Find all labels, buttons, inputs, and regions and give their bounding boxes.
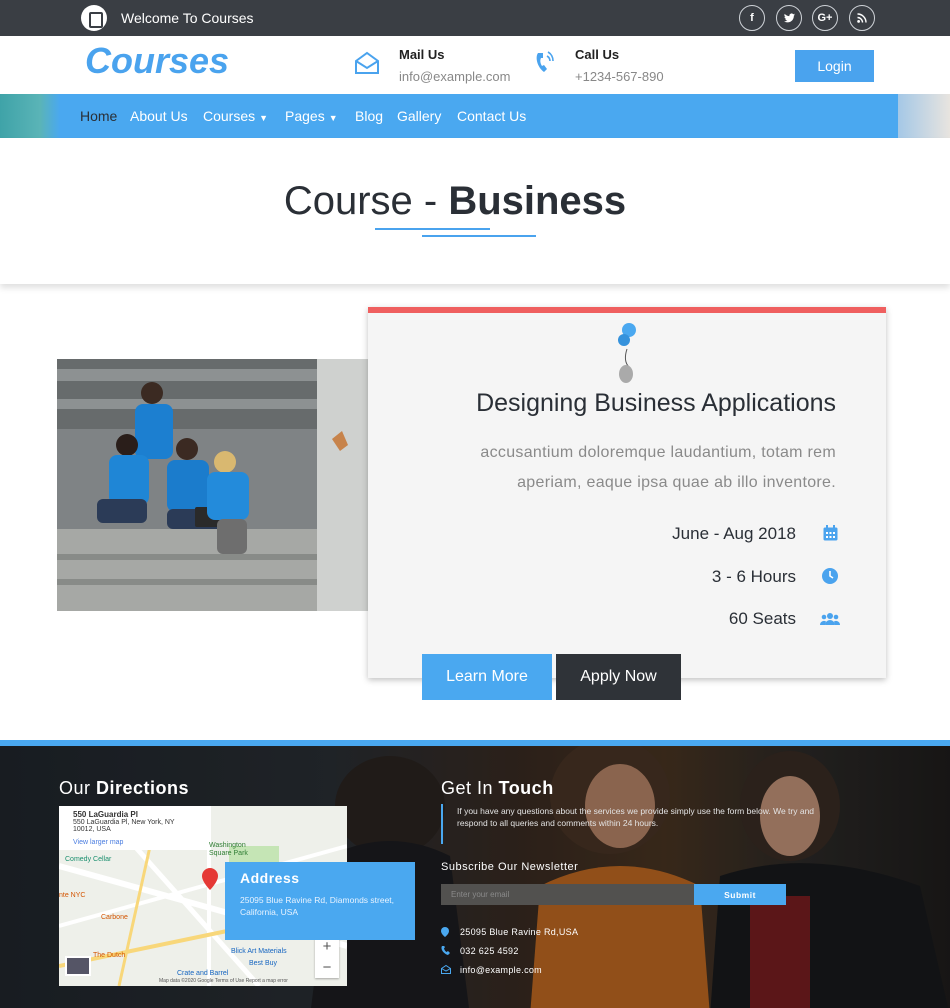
envelope-icon: [441, 964, 451, 976]
main-nav: Home About Us Courses ▼ Pages ▼ Blog Galle…: [60, 94, 898, 138]
course-seats: 60 Seats: [728, 609, 796, 628]
get-in-touch-title: Get In Touch: [441, 778, 554, 798]
login-button[interactable]: Login: [795, 50, 874, 82]
phone-icon: [534, 50, 556, 82]
balloon-icon: [616, 321, 640, 388]
envelope-icon: [354, 50, 380, 82]
newsletter-email-input[interactable]: [441, 884, 694, 905]
map-label: Crate and Barrel: [177, 970, 229, 977]
page-title: Course - Business: [283, 179, 627, 223]
apply-now-button[interactable]: Apply Now: [556, 654, 681, 700]
map-label: nte NYC: [59, 892, 86, 899]
course-title: Designing Business Applications: [476, 389, 836, 417]
map-label: Comedy Cellar: [65, 856, 112, 863]
map-label: Washington Square Park: [209, 842, 248, 857]
nav-item-courses[interactable]: Courses ▼: [203, 108, 268, 124]
address-text: 25095 Blue Ravine Rd, Diamonds street, C…: [240, 895, 395, 917]
touch-accent-line: [441, 804, 443, 844]
site-header: Courses Mail Us info@example.com Call Us…: [0, 36, 950, 93]
title-underline: [422, 235, 536, 237]
map-label: Blick Art Materials: [231, 948, 287, 955]
course-description: accusantium doloremque laudantium, totam…: [480, 444, 836, 491]
view-larger-map-link[interactable]: View larger map: [73, 839, 195, 846]
map-label: The Dutch: [93, 952, 126, 959]
title-underline: [375, 228, 490, 230]
caret-down-icon: ▼: [328, 113, 338, 123]
course-photo: [57, 359, 418, 611]
rss-icon[interactable]: [849, 5, 875, 31]
page-title-section: Course - Business: [0, 138, 950, 284]
map-label: Carbone: [101, 914, 128, 921]
call-label: Call Us: [575, 47, 620, 62]
nav-item-about[interactable]: About Us: [130, 108, 188, 124]
caret-down-icon: ▼: [259, 113, 269, 123]
map-label: Best Buy: [249, 960, 278, 967]
top-bar: Welcome To Courses f G+: [0, 0, 950, 36]
mail-value[interactable]: info@example.com: [399, 69, 510, 84]
map-attribution: Map data ©2020 Google Terms of Use Repor…: [159, 978, 288, 984]
nav-bar: Home About Us Courses ▼ Pages ▼ Blog Galle…: [0, 94, 950, 138]
address-box: Address 25095 Blue Ravine Rd, Diamonds s…: [225, 862, 415, 940]
contact-address: 25095 Blue Ravine Rd,USA: [460, 927, 579, 937]
welcome-text: Welcome To Courses: [121, 10, 254, 26]
users-icon: [819, 612, 841, 629]
map-thumbnail-toggle[interactable]: [65, 956, 91, 976]
calendar-icon: [823, 525, 838, 545]
newsletter-submit-button[interactable]: Submit: [694, 884, 786, 905]
course-hours: 3 - 6 Hours: [711, 567, 796, 586]
map-place-name: 550 LaGuardia Pl: [73, 810, 138, 819]
google-plus-icon[interactable]: G+: [812, 5, 838, 31]
map-place-address: 550 LaGuardia Pl, New York, NY 10012, US…: [73, 819, 175, 833]
map-info-card: 550 LaGuardia Pl 550 LaGuardia Pl, New Y…: [59, 806, 209, 850]
map-marker-icon: [441, 927, 449, 939]
footer: Our Directions 550 LaGuardia Pl 550 LaGu…: [0, 740, 950, 1008]
nav-item-home[interactable]: Home: [80, 108, 117, 124]
map-zoom-control: + −: [315, 936, 339, 978]
zoom-out-icon[interactable]: −: [315, 957, 339, 978]
course-card: Designing Business Applications accusant…: [368, 307, 886, 678]
nav-item-blog[interactable]: Blog: [355, 108, 383, 124]
learn-more-button[interactable]: Learn More: [422, 654, 552, 700]
nav-item-contact[interactable]: Contact Us: [457, 108, 526, 124]
contact-phone: 032 625 4592: [460, 946, 519, 956]
call-value[interactable]: +1234-567-890: [575, 69, 664, 84]
facebook-icon[interactable]: f: [739, 5, 765, 31]
directions-title: Our Directions: [59, 778, 190, 798]
twitter-icon[interactable]: [776, 5, 802, 31]
newsletter-title: Subscribe Our Newsletter: [441, 861, 579, 873]
contact-email[interactable]: info@example.com: [460, 965, 542, 975]
course-dates: June - Aug 2018: [672, 524, 796, 543]
address-title: Address: [240, 870, 300, 886]
phone-icon: [441, 945, 450, 957]
touch-text: If you have any questions about the serv…: [457, 806, 815, 828]
nav-item-gallery[interactable]: Gallery: [397, 108, 441, 124]
clock-icon: [822, 568, 838, 588]
brand-logo[interactable]: Courses: [85, 40, 229, 82]
mail-label: Mail Us: [399, 47, 445, 62]
book-icon: [81, 5, 107, 31]
nav-item-pages[interactable]: Pages ▼: [285, 108, 338, 124]
